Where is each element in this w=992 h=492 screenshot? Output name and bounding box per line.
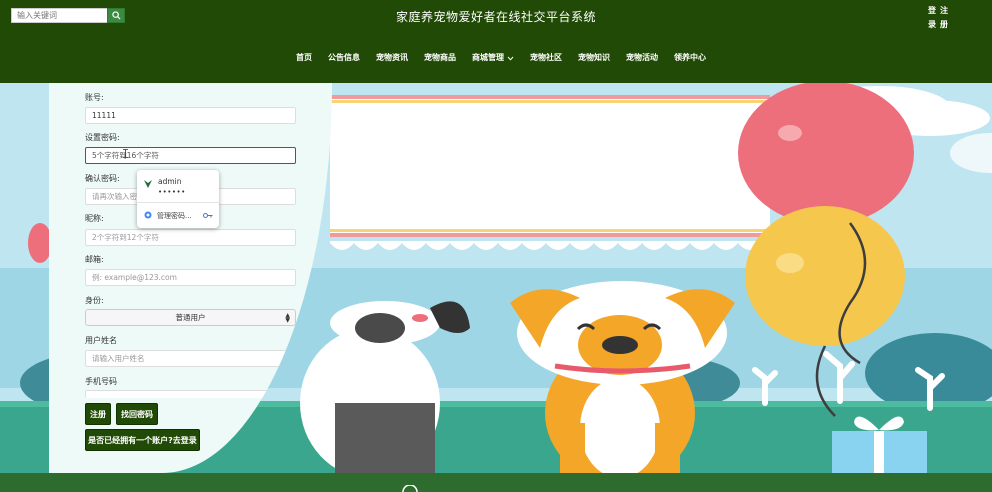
nickname-label: 昵称: [85,214,104,223]
nav-pet-news[interactable]: 宠物资讯 [376,52,408,64]
password-input[interactable]: 5个字符到16个字符 [85,147,296,164]
register-link-char[interactable]: 注 [938,5,950,16]
top-header: 家庭养宠物爱好者在线社交平台系统 登 注 录 册 首页 公告信息 宠物资讯 宠物… [0,0,992,83]
select-arrows-icon: ▲ ▼ [285,312,290,324]
nav-pet-community[interactable]: 宠物社区 [530,52,562,64]
nav-announcements[interactable]: 公告信息 [328,52,360,64]
go-to-login-button[interactable]: 是否已经拥有一个账户?去登录 [85,429,200,451]
footer-bar [0,473,992,492]
password-label: 设置密码: [85,133,120,142]
autofill-password-mask[interactable]: •••••• [158,188,186,196]
nav-pet-products[interactable]: 宠物商品 [424,52,456,64]
phone-input[interactable] [85,390,296,398]
nav-shop-management[interactable]: 商城管理 [472,52,514,64]
account-input[interactable]: 11111 [85,107,296,124]
site-title: 家庭养宠物爱好者在线社交平台系统 [395,10,596,24]
email-input[interactable]: 例: example@123.com [85,269,296,286]
role-select[interactable]: 普通用户 ▲ ▼ [85,309,296,326]
username-label: 用户姓名 [85,336,117,345]
key-icon [203,213,213,218]
popup-divider [137,202,219,203]
main-nav: 首页 公告信息 宠物资讯 宠物商品 商城管理 宠物社区 宠物知识 宠物活动 领养… [0,52,992,64]
key-logo-icon [144,180,152,188]
register-link-char[interactable]: 册 [938,19,950,30]
username-input[interactable]: 请输入用户姓名 [85,350,296,367]
manage-passwords-icon [144,211,152,219]
autofill-username[interactable]: admin [158,177,182,186]
role-selected-value: 普通用户 [175,313,206,322]
nav-home[interactable]: 首页 [296,52,312,64]
role-label: 身份: [85,296,104,305]
recover-password-button[interactable]: 找回密码 [116,403,158,425]
nickname-input[interactable]: 2个字符到12个字符 [85,229,296,246]
phone-label: 手机号码 [85,377,117,386]
password-autofill-popup: admin •••••• 管理密码... [137,170,219,228]
login-link-char[interactable]: 登 [926,5,938,16]
chevron-down-icon [507,56,514,61]
email-label: 邮箱: [85,255,104,264]
manage-passwords-link[interactable]: 管理密码... [157,211,192,221]
confirm-password-label: 确认密码: [85,174,120,183]
register-button[interactable]: 注册 [85,403,111,425]
scroll-up-icon[interactable] [402,485,418,492]
text-cursor-icon [123,149,128,158]
nav-pet-knowledge[interactable]: 宠物知识 [578,52,610,64]
account-label: 账号: [85,93,104,102]
login-link-char[interactable]: 录 [926,19,938,30]
nav-pet-activities[interactable]: 宠物活动 [626,52,658,64]
auth-links: 登 注 录 册 [926,5,950,30]
nav-adoption-center[interactable]: 领养中心 [674,52,706,64]
